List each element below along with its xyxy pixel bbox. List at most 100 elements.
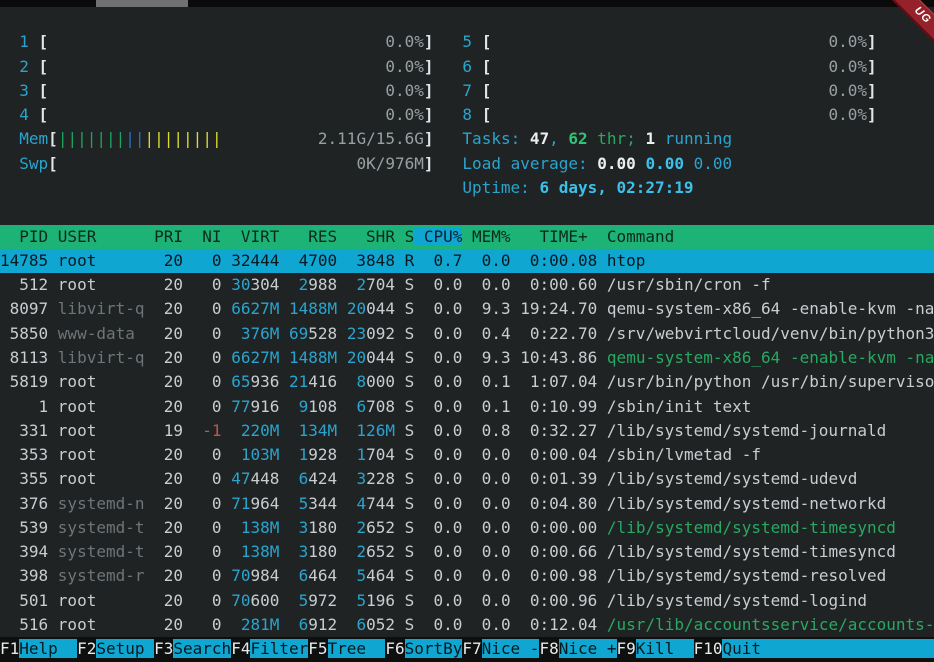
spacer: 512 root 20 0 [0,275,231,294]
spacer: 528 [308,324,337,343]
mem-meter-and-tasks-row: Mem[||||||||||||||||| 2.11G/15.6G] Tasks… [0,127,934,151]
fkey-f2[interactable]: F2 [77,639,96,658]
fkey-action-filter[interactable]: Filter [250,639,308,658]
user: systemd-t [58,542,145,561]
fkey-f6[interactable]: F6 [385,639,404,658]
process-row[interactable]: 5819 root 20 0 65936 21416 8000 S 0.0 0.… [0,370,934,394]
user: libvirt-q [58,299,145,318]
fkey-action-tree[interactable]: Tree [328,639,386,658]
spacer: 424 [308,469,337,488]
spacer [279,615,298,634]
header-sort-cell-cpu[interactable]: CPU% [414,227,462,246]
fkey-f5[interactable]: F5 [308,639,327,658]
command: /lib/systemd/systemd-journald [607,421,886,440]
cpu8-meter-open-bracket: [ [482,105,492,124]
blank-line [0,200,934,224]
fkey-f10[interactable]: F10 [694,639,723,658]
cpu1-label: 1 [19,32,29,51]
process-row-new[interactable]: 516 root 20 0 281M 6912 6052 S 0.0 0.0 0… [0,613,934,637]
process-row-new[interactable]: 539 systemd-t 20 0 138M 3180 2652 S 0.0 … [0,516,934,540]
spacer: 47 [231,469,250,488]
user: systemd-t [58,518,145,537]
load-average-label: Load average: [462,154,597,173]
row-text: 14785 root 20 0 32444 4700 3848 R 0.7 0.… [0,251,645,270]
spacer [279,494,298,513]
spacer: S 0.0 0.0 0:04.80 [395,494,607,513]
process-row[interactable]: 501 root 20 0 70600 5972 5196 S 0.0 0.0 … [0,589,934,613]
spacer: 704 [366,445,395,464]
spacer [279,591,298,610]
command: /sbin/init text [607,397,752,416]
cpu6-meter-bar [491,57,828,76]
fkey-f3[interactable]: F3 [154,639,173,658]
cpu3-meter-bar [48,81,385,100]
spacer [337,615,356,634]
spacer: 744 [366,494,395,513]
process-row-new[interactable]: 8113 libvirt-q 20 0 6627M 1488M 20044 S … [0,346,934,370]
spacer: 6 [356,397,366,416]
spacer [337,542,356,561]
process-row[interactable]: 331 root 19 -1 220M 134M 126M S 0.0 0.8 … [0,419,934,443]
fkey-f1[interactable]: F1 [0,639,19,658]
cpu3-meter-value: 0.0% [385,81,424,100]
process-row[interactable]: 355 root 20 0 47448 6424 3228 S 0.0 0.0 … [0,467,934,491]
fkey-action-nice-minus[interactable]: Nice - [482,639,540,658]
spacer: 20 0 [145,299,232,318]
spacer: 353 root 20 0 [0,445,231,464]
fkey-action-sortby[interactable]: SortBy [405,639,463,658]
cpu4-label: 4 [19,105,29,124]
spacer: 464 [308,566,337,585]
cpu1-meter-bar [48,32,385,51]
terminal-htop: 1 [ 0.0%] 5 [ 0.0%] 2 [ 0.0%] 6 [ 0.0%] … [0,0,934,662]
command: /srv/webvirtcloud/venv/bin/python3 [607,324,934,343]
user: systemd-n [58,494,145,513]
uptime-row: Uptime: 6 days, 02:27:19 [0,176,934,200]
spacer: S 0.0 9.3 10:43.86 [395,348,607,367]
spacer: , [549,129,568,148]
spacer: 1 [299,445,309,464]
spacer [434,81,463,100]
cpu7-meter-value: 0.0% [829,81,868,100]
fkey-f4[interactable]: F4 [231,639,250,658]
threads-suffix: thr; [588,129,646,148]
fkey-f9[interactable]: F9 [617,639,636,658]
command: /sbin/lvmetad -f [607,445,761,464]
process-row[interactable]: 376 systemd-n 20 0 71964 5344 4744 S 0.0… [0,492,934,516]
process-row[interactable]: 8097 libvirt-q 20 0 6627M 1488M 20044 S … [0,297,934,321]
spacer: 77 [231,397,250,416]
process-row[interactable]: 353 root 20 0 103M 1928 1704 S 0.0 0.0 0… [0,443,934,467]
spacer: 20 0 [135,324,231,343]
process-row[interactable]: 1 root 20 0 77916 9108 6708 S 0.0 0.1 0:… [0,395,934,419]
spacer [434,105,463,124]
fkey-action-quit[interactable]: Quit [722,639,761,658]
process-row[interactable]: 512 root 20 0 30304 2988 2704 S 0.0 0.0 … [0,273,934,297]
user: systemd-r [58,566,145,585]
spacer: 304 [250,275,279,294]
spacer: 134M [299,421,338,440]
spacer: 20 0 [145,348,232,367]
fkey-f7[interactable]: F7 [462,639,481,658]
spacer [29,105,39,124]
spacer: 1488M [289,348,337,367]
cpu-meter-row-2-6: 2 [ 0.0%] 6 [ 0.0%] [0,55,934,79]
process-row-selected[interactable]: 14785 root 20 0 32444 4700 3848 R 0.7 0.… [0,249,934,273]
fkey-action-help[interactable]: Help [19,639,77,658]
command: /usr/sbin/cron -f [607,275,771,294]
spacer: 4 [356,494,366,513]
fkey-action-nice-plus[interactable]: Nice + [559,639,617,658]
process-row[interactable]: 5850 www-data 20 0 376M 69528 23092 S 0.… [0,322,934,346]
mem-meter-close-bracket: ] [424,129,434,148]
spacer: 936 [250,372,279,391]
spacer [337,494,356,513]
spacer [337,591,356,610]
fkey-f8[interactable]: F8 [539,639,558,658]
fkey-action-kill[interactable]: Kill [636,639,694,658]
fkey-action-setup[interactable]: Setup [96,639,154,658]
spacer: 30 [231,275,250,294]
window-tab[interactable] [96,0,188,7]
process-row[interactable]: 398 systemd-r 20 0 70984 6464 5464 S 0.0… [0,564,934,588]
process-row[interactable]: 394 systemd-t 20 0 138M 3180 2652 S 0.0 … [0,540,934,564]
spacer [0,81,19,100]
header-cells: MEM% TIME+ Command [462,227,674,246]
fkey-action-search[interactable]: Search [173,639,231,658]
